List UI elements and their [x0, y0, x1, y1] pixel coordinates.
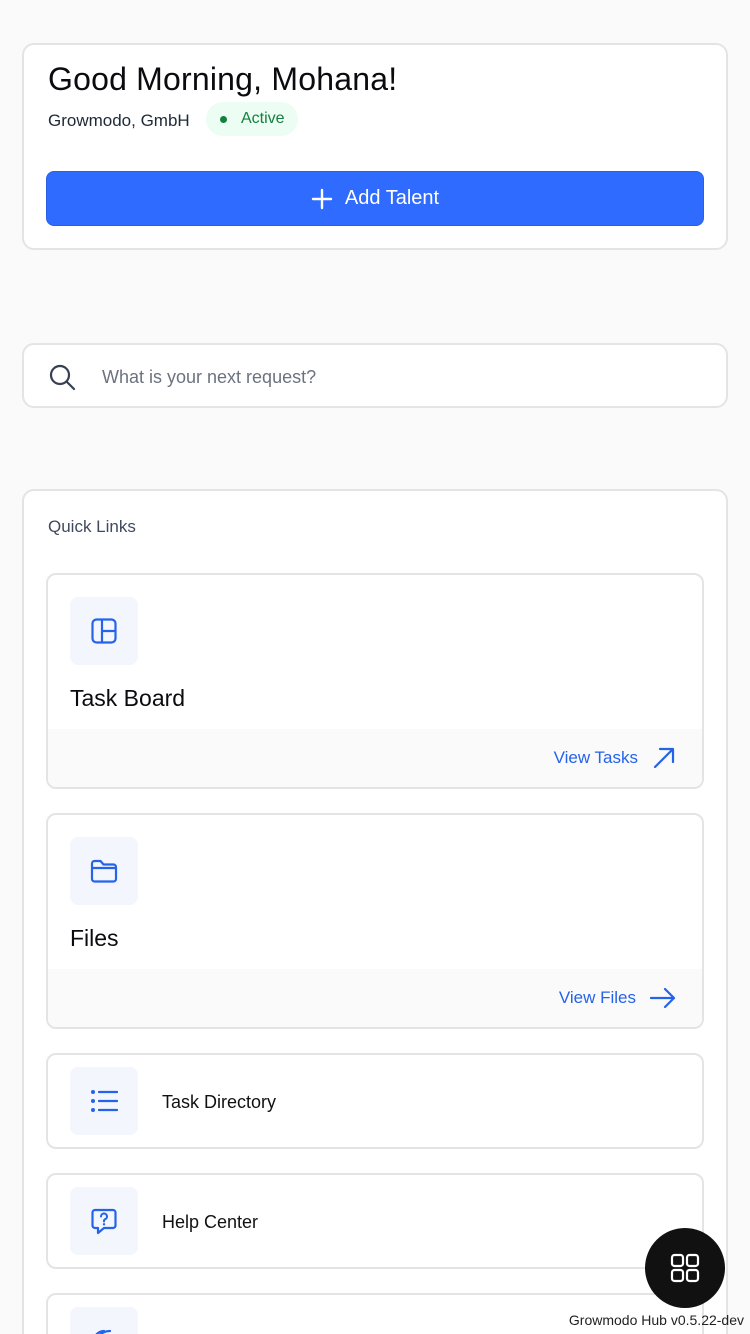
files-card[interactable]: Files View Files: [46, 813, 704, 1029]
task-directory-icon-box: [70, 1067, 138, 1135]
grid-icon: [670, 1253, 700, 1283]
status-dot-icon: [220, 115, 227, 123]
view-tasks-link[interactable]: View Tasks: [48, 729, 702, 787]
arrow-right-icon: [650, 987, 676, 1009]
signal-icon: [95, 1329, 112, 1334]
task-directory-label: Task Directory: [162, 1092, 277, 1112]
task-board-card[interactable]: Task Board View Tasks: [46, 573, 704, 789]
status-badge: Active: [206, 102, 298, 136]
add-talent-label: Add Talent: [344, 187, 440, 209]
plus-icon: [311, 188, 333, 209]
list-icon: [91, 1090, 118, 1112]
view-files-link[interactable]: View Files: [48, 969, 702, 1027]
greeting-title: Good Morning, Mohana!: [48, 61, 398, 97]
search-input[interactable]: [102, 358, 702, 396]
partial-link-icon-box: [70, 1307, 138, 1334]
files-icon-box: [70, 837, 138, 905]
apps-menu-button[interactable]: [645, 1228, 725, 1308]
quick-links-title: Quick Links: [48, 517, 136, 536]
layout-board-icon: [91, 618, 117, 644]
view-tasks-label: View Tasks: [553, 748, 638, 767]
search-bar[interactable]: [22, 343, 728, 408]
files-title: Files: [70, 925, 119, 951]
quick-links-panel: Quick Links Task Board View Tasks Files …: [22, 489, 728, 1334]
help-center-icon-box: [70, 1187, 138, 1255]
task-board-icon-box: [70, 597, 138, 665]
task-directory-card[interactable]: Task Directory: [46, 1053, 704, 1149]
view-files-label: View Files: [558, 988, 636, 1007]
help-center-label: Help Center: [162, 1212, 259, 1232]
version-label: Growmodo Hub v0.5.22-dev: [568, 1312, 744, 1328]
task-board-title: Task Board: [70, 685, 186, 711]
company-name: Growmodo, GmbH: [48, 111, 190, 130]
add-talent-button[interactable]: Add Talent: [46, 171, 704, 226]
folder-icon: [90, 859, 118, 883]
greeting-card: Good Morning, Mohana! Growmodo, GmbH Act…: [22, 43, 728, 250]
search-icon: [49, 364, 76, 391]
arrow-up-right-icon: [653, 747, 675, 769]
help-chat-icon: [91, 1208, 117, 1235]
help-center-card[interactable]: Help Center: [46, 1173, 704, 1269]
status-label: Active: [241, 110, 285, 127]
